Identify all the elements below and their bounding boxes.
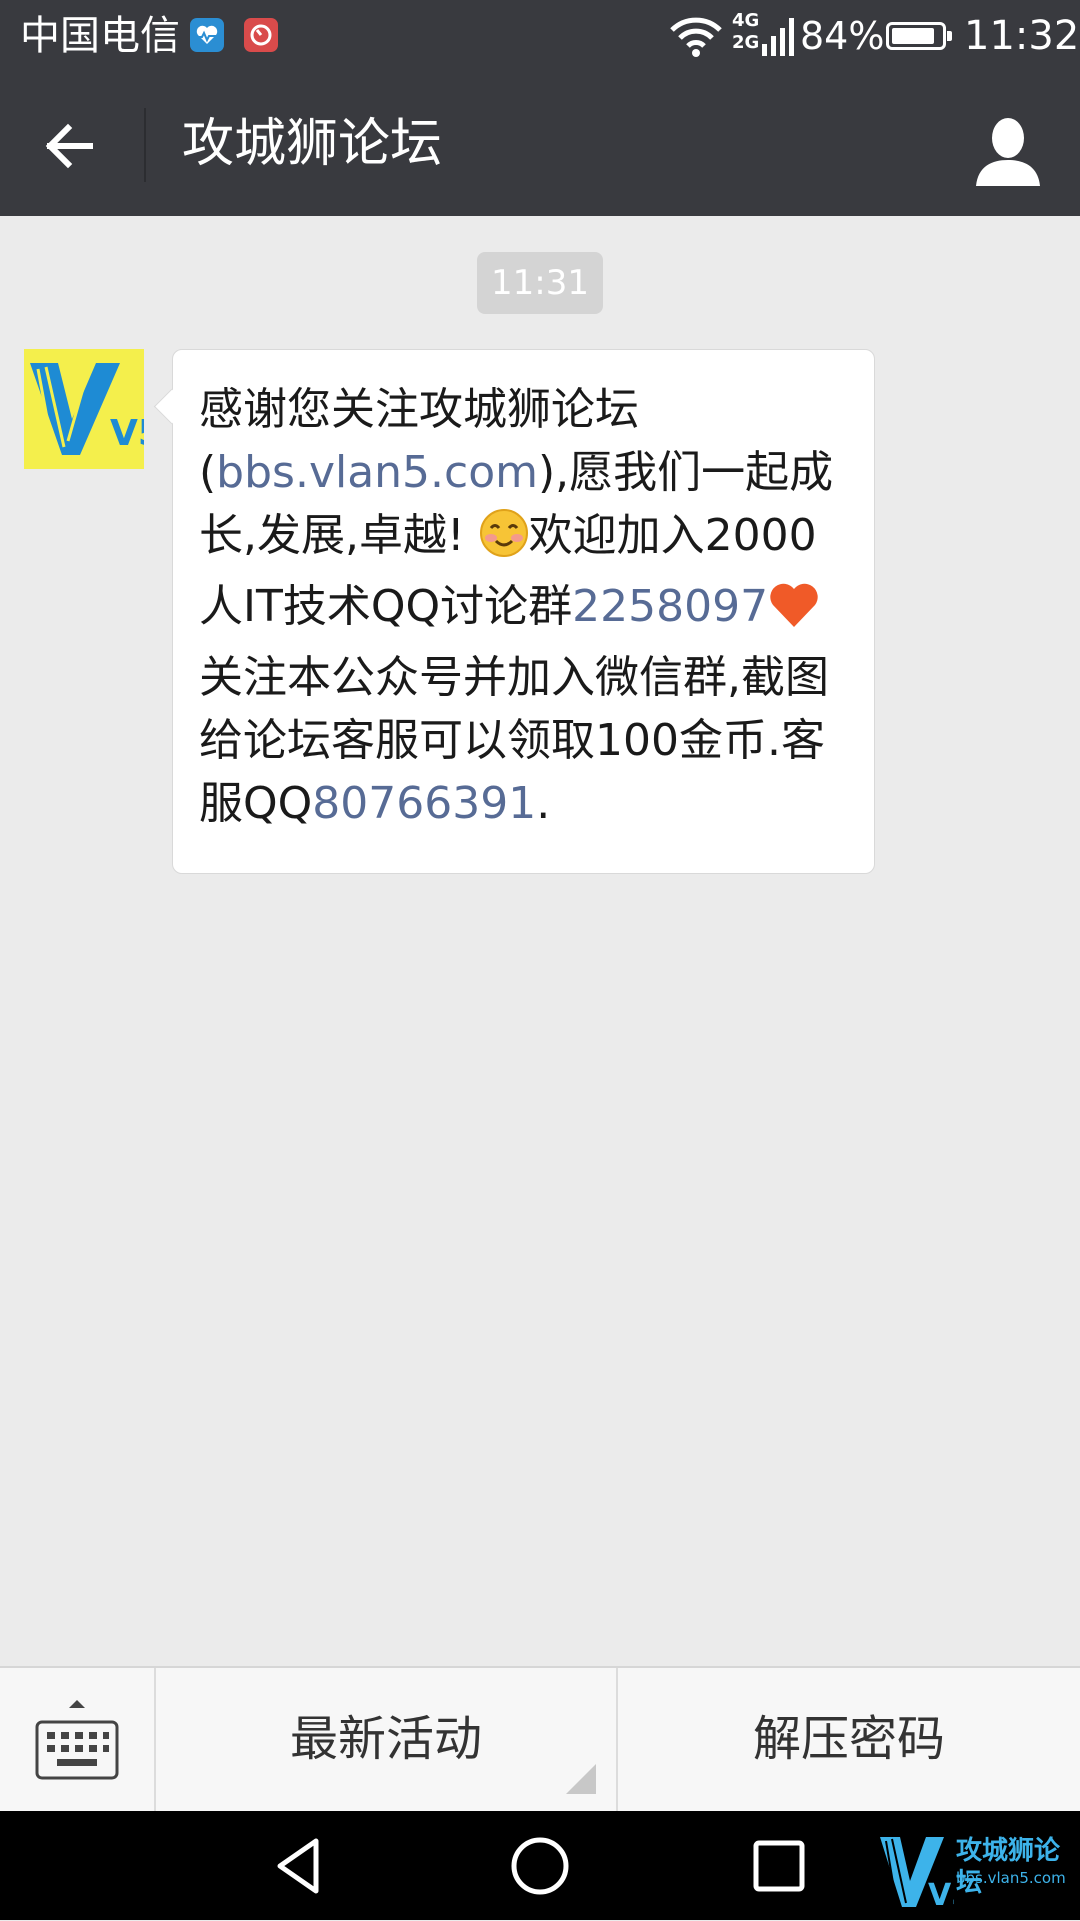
triangle-back-icon: [277, 1838, 319, 1894]
network-type-4g: 4G: [732, 10, 760, 31]
keyboard-icon: [35, 1700, 119, 1780]
watermark-logo-text: V5: [928, 1878, 954, 1913]
profile-button[interactable]: [966, 108, 1050, 192]
message-link[interactable]: 80766391: [312, 778, 536, 829]
status-clock: 11:32: [964, 13, 1080, 59]
system-navigation-bar: V5 攻城狮论坛 bbs.vlan5.com: [0, 1811, 1080, 1920]
watermark-url: bbs.vlan5.com: [956, 1869, 1066, 1887]
bottom-menu-bar: 最新活动 解压密码: [0, 1666, 1080, 1811]
avatar-logo-text: V5: [110, 413, 144, 454]
title-divider: [144, 108, 146, 182]
account-avatar[interactable]: V5: [24, 349, 144, 469]
wifi-icon: [668, 14, 724, 62]
message-bubble[interactable]: 感谢您关注攻城狮论坛(bbs.vlan5.com),愿我们一起成长,发展,卓越!…: [153, 349, 875, 874]
v5-watermark-logo-icon: V5: [880, 1837, 972, 1913]
heart-icon: [768, 581, 820, 646]
network-type-label: 4G 2G: [732, 10, 759, 54]
network-type-2g: 2G: [732, 32, 760, 53]
watermark-title: 攻城狮论坛: [956, 1836, 1061, 1898]
carrier-label: 中国电信: [20, 13, 180, 59]
message-link[interactable]: 2258097: [572, 581, 768, 632]
user-icon: [976, 118, 1040, 186]
submenu-indicator-icon: [566, 1764, 596, 1794]
back-button[interactable]: [30, 104, 114, 188]
nav-recents-button[interactable]: [744, 1831, 814, 1901]
health-app-icon: [190, 18, 224, 52]
battery-icon: [886, 22, 952, 50]
nav-home-button[interactable]: [505, 1831, 575, 1901]
battery-percent: 84%: [800, 14, 885, 58]
square-recents-icon: [753, 1840, 805, 1892]
smiling-face-icon: [479, 508, 529, 575]
nav-back-button[interactable]: [266, 1831, 336, 1901]
page-title: 攻城狮论坛: [182, 114, 443, 174]
arrow-left-icon: [45, 123, 93, 169]
message-timestamp: 11:31: [477, 252, 603, 314]
status-bar: 中国电信 4G 2G 84% 11:32: [0, 0, 1080, 72]
message-text-segment: .: [536, 778, 551, 829]
speedometer-app-icon: [244, 18, 278, 52]
forum-watermark: V5 攻城狮论坛 bbs.vlan5.com: [878, 1829, 1078, 1917]
keyboard-toggle-button[interactable]: [0, 1668, 154, 1811]
circle-home-icon: [511, 1837, 569, 1895]
menu-item-unzip-password[interactable]: 解压密码: [618, 1668, 1080, 1811]
menu-item-latest-activity[interactable]: 最新活动: [156, 1668, 616, 1811]
signal-strength-icon: [762, 14, 796, 62]
title-bar: 攻城狮论坛: [0, 72, 1080, 216]
message-text: 感谢您关注攻城狮论坛(bbs.vlan5.com),愿我们一起成长,发展,卓越!…: [199, 378, 850, 835]
v5-logo-icon: V5: [24, 349, 144, 469]
message-link[interactable]: bbs.vlan5.com: [216, 447, 538, 498]
bubble-tail: [153, 388, 190, 425]
